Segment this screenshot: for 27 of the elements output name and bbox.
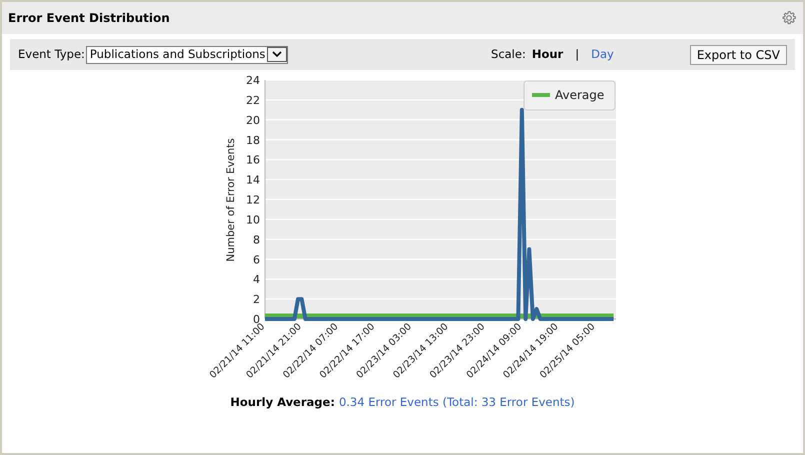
axis-title: Number of Error Events <box>225 138 237 262</box>
hourly-average-value: 0.34 Error Events (Total: 33 Error Events) <box>338 394 575 411</box>
axis-tick-label: 16 <box>246 154 260 167</box>
separator: | <box>575 46 580 63</box>
event-type-dropdown[interactable]: Publications and Subscriptions <box>86 46 288 64</box>
scale-label: Scale: <box>491 46 526 63</box>
axis-tick-label: 8 <box>253 233 260 246</box>
hourly-average-label: Hourly Average: <box>230 394 335 411</box>
axis-tick-label: 22 <box>246 94 260 107</box>
axis-tick-label: 4 <box>253 273 260 286</box>
axis-tick-label: 24 <box>246 74 260 87</box>
legend: Average <box>524 80 616 110</box>
axis-tick-label: 20 <box>246 114 260 127</box>
export-button[interactable]: Export to CSV <box>690 44 787 64</box>
settings-icon[interactable] <box>781 10 797 26</box>
axis-tick-label: 10 <box>246 213 260 226</box>
axis-tick-label: 12 <box>246 194 260 206</box>
legend-label: Average <box>555 88 604 102</box>
event-type-label: Event Type: <box>18 46 85 63</box>
axis-tick-label: 18 <box>246 134 260 147</box>
axis-tick-label: 6 <box>253 253 260 266</box>
scale-option[interactable]: Day <box>591 46 614 64</box>
scale-option[interactable]: Hour <box>532 46 564 64</box>
panel-title: Error Event Distribution <box>8 10 170 27</box>
axis-tick-label: 2 <box>253 293 260 306</box>
caret-icon <box>267 47 288 62</box>
axis-tick-label: 14 <box>246 174 260 187</box>
